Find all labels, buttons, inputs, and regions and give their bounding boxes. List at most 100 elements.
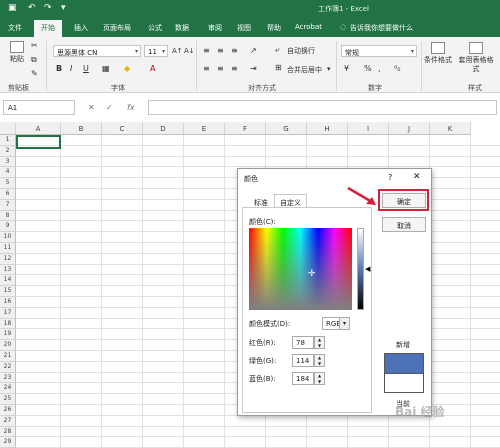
redo-icon[interactable]: ↷: [44, 3, 52, 13]
column-header[interactable]: K: [430, 122, 471, 135]
number-format-select[interactable]: 常规 ▾: [341, 45, 417, 57]
customize-icon[interactable]: ▾: [61, 3, 66, 13]
row-header[interactable]: 1: [0, 135, 16, 146]
align-bottom-icon[interactable]: ≡: [231, 46, 238, 55]
column-header[interactable]: D: [143, 122, 184, 135]
tab-page-layout[interactable]: 页面布局: [103, 23, 131, 33]
row-header[interactable]: 6: [0, 189, 16, 200]
name-box[interactable]: A1: [3, 100, 75, 115]
align-middle-icon[interactable]: ≡: [217, 46, 224, 55]
increase-decimal-icon[interactable]: ⁰₀: [394, 64, 400, 73]
orientation-icon[interactable]: ↗: [250, 46, 257, 55]
align-right-icon[interactable]: ≡: [231, 64, 238, 73]
align-center-icon[interactable]: ≡: [217, 64, 224, 73]
row-header[interactable]: 8: [0, 210, 16, 222]
column-header[interactable]: E: [184, 122, 225, 135]
undo-icon[interactable]: ↶: [28, 3, 36, 13]
tab-file[interactable]: 文件: [8, 23, 22, 33]
row-header[interactable]: 7: [0, 199, 16, 211]
close-icon[interactable]: ✕: [413, 172, 421, 182]
align-left-icon[interactable]: ≡: [203, 64, 210, 73]
row-header[interactable]: 20: [0, 340, 16, 351]
column-header[interactable]: C: [102, 122, 143, 135]
tab-formulas[interactable]: 公式: [148, 23, 162, 33]
row-header[interactable]: 2: [0, 145, 16, 157]
slider-arrow-icon[interactable]: ◀: [365, 265, 370, 273]
row-header[interactable]: 29: [0, 437, 16, 448]
paste-button[interactable]: 粘贴: [6, 41, 28, 64]
row-header[interactable]: 4: [0, 167, 16, 179]
row-header[interactable]: 27: [0, 415, 16, 427]
row-header[interactable]: 21: [0, 351, 16, 362]
tab-home[interactable]: 开始: [34, 20, 62, 37]
tab-custom[interactable]: 自定义: [274, 194, 307, 208]
copy-icon[interactable]: ⧉: [31, 55, 37, 65]
wrap-text-button[interactable]: 自动换行: [287, 46, 315, 56]
color-spectrum[interactable]: [249, 228, 352, 310]
row-header[interactable]: 26: [0, 405, 16, 416]
row-header[interactable]: 11: [0, 243, 16, 254]
row-header[interactable]: 3: [0, 156, 16, 168]
row-header[interactable]: 19: [0, 329, 16, 341]
format-painter-icon[interactable]: ✎: [31, 69, 38, 78]
italic-button[interactable]: I: [70, 64, 72, 73]
formula-input[interactable]: [148, 100, 497, 115]
percent-button[interactable]: %: [364, 64, 372, 73]
column-header[interactable]: B: [61, 122, 102, 135]
indent-icon[interactable]: ⇥: [250, 64, 257, 73]
row-header[interactable]: 17: [0, 307, 16, 319]
shrink-font-button[interactable]: A↓: [184, 47, 195, 55]
column-header[interactable]: I: [348, 122, 389, 135]
row-header[interactable]: 5: [0, 178, 16, 189]
insert-function-icon[interactable]: fx: [127, 103, 135, 112]
comma-button[interactable]: ,: [378, 64, 381, 73]
red-spinner[interactable]: ▲ ▼: [314, 336, 325, 349]
active-cell-a1[interactable]: [16, 135, 61, 149]
font-name-select[interactable]: 思源黑体 CN ▾: [53, 45, 141, 57]
chevron-down-icon[interactable]: ▾: [327, 65, 331, 73]
row-header[interactable]: 15: [0, 286, 16, 297]
blue-spinner[interactable]: ▲ ▼: [314, 372, 325, 385]
row-header[interactable]: 18: [0, 318, 16, 330]
tab-data[interactable]: 数据: [175, 23, 189, 33]
row-header[interactable]: 24: [0, 383, 16, 395]
underline-button[interactable]: U: [83, 64, 89, 73]
row-header[interactable]: 28: [0, 426, 16, 438]
tab-acrobat[interactable]: Acrobat: [295, 23, 322, 31]
row-header[interactable]: 13: [0, 264, 16, 276]
cancel-button[interactable]: 取消: [382, 217, 426, 232]
row-header[interactable]: 23: [0, 372, 16, 384]
align-top-icon[interactable]: ≡: [203, 46, 210, 55]
cancel-icon[interactable]: ✕: [88, 103, 95, 112]
row-header[interactable]: 16: [0, 297, 16, 308]
row-header[interactable]: 14: [0, 275, 16, 287]
conditional-format-button[interactable]: 条件格式: [423, 42, 453, 65]
tab-view[interactable]: 视图: [237, 23, 251, 33]
row-header[interactable]: 12: [0, 253, 16, 265]
red-input[interactable]: 78: [292, 336, 314, 349]
enter-icon[interactable]: ✓: [106, 103, 113, 112]
row-header[interactable]: 10: [0, 232, 16, 243]
merge-center-button[interactable]: 合并后居中: [287, 65, 322, 75]
row-header[interactable]: 9: [0, 221, 16, 233]
crosshair-icon[interactable]: ✛: [308, 269, 316, 279]
select-all-corner[interactable]: [0, 122, 16, 135]
tell-me-search[interactable]: 告诉我你想要做什么: [350, 23, 413, 33]
tab-help[interactable]: 帮助: [267, 23, 281, 33]
row-header[interactable]: 25: [0, 394, 16, 405]
help-icon[interactable]: ?: [388, 173, 392, 182]
column-header[interactable]: F: [225, 122, 266, 135]
row-header[interactable]: 22: [0, 361, 16, 373]
chevron-down-icon[interactable]: ▾: [339, 317, 350, 330]
tab-review[interactable]: 审阅: [208, 23, 222, 33]
column-header[interactable]: H: [307, 122, 348, 135]
currency-button[interactable]: ¥: [344, 64, 349, 73]
green-input[interactable]: 114: [292, 354, 314, 367]
column-header[interactable]: J: [389, 122, 430, 135]
tab-standard[interactable]: 标准: [248, 194, 274, 208]
format-as-table-button[interactable]: 套用表格格式: [458, 42, 494, 74]
fill-color-icon[interactable]: ◆: [124, 64, 130, 73]
green-spinner[interactable]: ▲ ▼: [314, 354, 325, 367]
grow-font-button[interactable]: A↑: [172, 47, 183, 55]
save-icon[interactable]: ▣: [8, 3, 17, 13]
